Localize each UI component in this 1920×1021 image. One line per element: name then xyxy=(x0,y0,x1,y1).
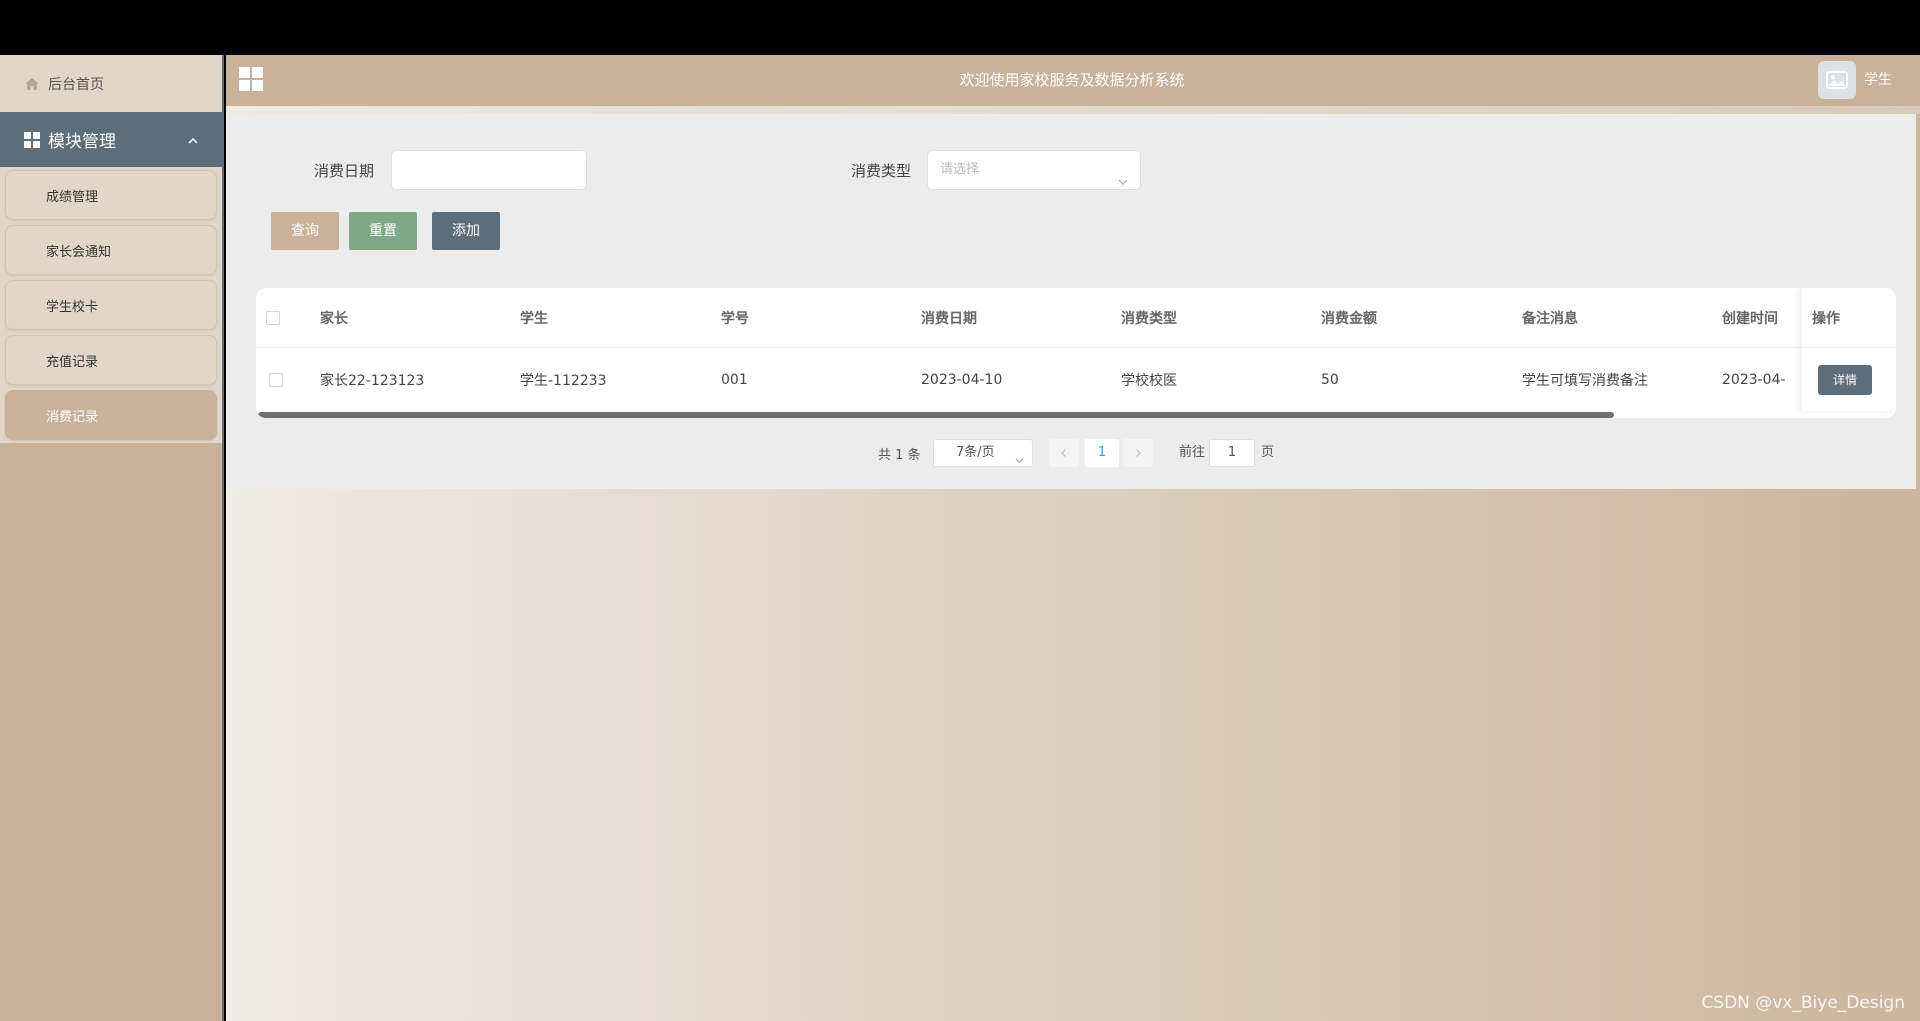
horizontal-scrollbar[interactable] xyxy=(258,412,1614,418)
column-header-date[interactable]: 消费日期 xyxy=(921,288,977,347)
reset-button[interactable]: 重置 xyxy=(349,212,417,250)
chevron-down-icon xyxy=(1015,449,1024,464)
date-filter-input[interactable] xyxy=(391,150,587,190)
table-row[interactable]: 家长22-123123 学生-112233 001 2023-04-10 学校校… xyxy=(256,348,1896,411)
avatar[interactable] xyxy=(1818,61,1856,99)
chevron-up-icon[interactable] xyxy=(186,133,200,147)
detail-button[interactable]: 详情 xyxy=(1818,364,1872,395)
column-header-amount[interactable]: 消费金额 xyxy=(1321,288,1377,347)
apps-toggle-icon[interactable] xyxy=(239,67,263,91)
table-header-row: 家长 学生 学号 消费日期 消费类型 消费金额 备注消息 创建时间 xyxy=(256,288,1896,348)
type-filter-label: 消费类型 xyxy=(851,162,912,180)
page-size-value: 7条/页 xyxy=(956,445,995,460)
cell-note: 学生可填写消费备注 xyxy=(1522,372,1648,389)
cell-student: 学生-112233 xyxy=(520,372,607,389)
column-header-type[interactable]: 消费类型 xyxy=(1121,288,1177,347)
row-checkbox[interactable] xyxy=(269,372,283,387)
cell-amount: 50 xyxy=(1321,371,1339,388)
page-size-select[interactable]: 7条/页 xyxy=(933,439,1033,467)
select-all-checkbox[interactable] xyxy=(266,310,280,325)
home-icon xyxy=(24,77,40,91)
column-header-student-no[interactable]: 学号 xyxy=(721,288,749,347)
header: 欢迎使用家校服务及数据分析系统 学生 xyxy=(226,55,1920,106)
sidebar-item-grades[interactable]: 成绩管理 xyxy=(5,170,217,220)
fixed-action-column: 操作 详情 xyxy=(1802,288,1896,411)
cell-student-no: 001 xyxy=(721,371,748,388)
chevron-left-icon xyxy=(1061,449,1066,457)
chevron-down-icon xyxy=(1118,165,1128,185)
type-filter-select[interactable]: 请选择 xyxy=(927,150,1141,190)
content-panel: 消费日期 消费类型 请选择 查询 重置 添加 家长 学生 学号 消费日期 消费类… xyxy=(226,114,1916,489)
column-header-action: 操作 xyxy=(1802,288,1896,348)
sidebar-group-modules[interactable]: 模块管理 xyxy=(0,112,222,167)
sidebar-submenu: 成绩管理 家长会通知 学生校卡 充值记录 消费记录 xyxy=(0,167,222,443)
column-header-parent[interactable]: 家长 xyxy=(320,288,348,347)
data-table: 家长 学生 学号 消费日期 消费类型 消费金额 备注消息 创建时间 家长22-1… xyxy=(256,288,1896,418)
page-title: 欢迎使用家校服务及数据分析系统 xyxy=(959,71,1185,89)
sidebar-item-student-card[interactable]: 学生校卡 xyxy=(5,280,217,330)
cell-date: 2023-04-10 xyxy=(921,371,1003,388)
sidebar-item-consumption-records[interactable]: 消费记录 xyxy=(5,390,217,440)
sidebar-item-recharge-records[interactable]: 充值记录 xyxy=(5,335,217,385)
header-divider xyxy=(226,106,1920,114)
column-header-note[interactable]: 备注消息 xyxy=(1522,288,1578,347)
pagination-total: 共 1 条 xyxy=(878,447,921,463)
goto-page-input[interactable]: 1 xyxy=(1209,439,1255,467)
goto-label: 前往 xyxy=(1179,445,1206,460)
sidebar: 后台首页 模块管理 成绩管理 家长会通知 学生校卡 充值记录 消费记录 xyxy=(0,55,224,1021)
user-name[interactable]: 学生 xyxy=(1864,55,1892,106)
chevron-right-icon xyxy=(1136,449,1141,457)
type-filter-placeholder: 请选择 xyxy=(940,162,980,177)
goto-unit-label: 页 xyxy=(1261,445,1275,460)
image-icon xyxy=(1826,71,1848,89)
cell-type: 学校校医 xyxy=(1121,372,1177,389)
sidebar-group-label: 模块管理 xyxy=(48,132,116,152)
sidebar-item-parent-meeting[interactable]: 家长会通知 xyxy=(5,225,217,275)
sidebar-home-label: 后台首页 xyxy=(48,76,104,93)
sidebar-item-home[interactable]: 后台首页 xyxy=(0,55,222,112)
add-button[interactable]: 添加 xyxy=(432,212,500,250)
watermark: CSDN @vx_Biye_Design xyxy=(1701,993,1905,1013)
query-button[interactable]: 查询 xyxy=(271,212,339,250)
date-filter-label: 消费日期 xyxy=(314,162,375,180)
page-number-current[interactable]: 1 xyxy=(1085,439,1119,467)
grid-icon xyxy=(24,131,40,148)
next-page-button[interactable] xyxy=(1123,439,1153,467)
cell-created: 2023-04- xyxy=(1722,371,1786,388)
column-header-student[interactable]: 学生 xyxy=(520,288,548,347)
prev-page-button[interactable] xyxy=(1049,439,1079,467)
cell-parent: 家长22-123123 xyxy=(320,372,425,389)
column-header-created[interactable]: 创建时间 xyxy=(1722,288,1802,347)
window-top-bar xyxy=(0,0,1920,55)
